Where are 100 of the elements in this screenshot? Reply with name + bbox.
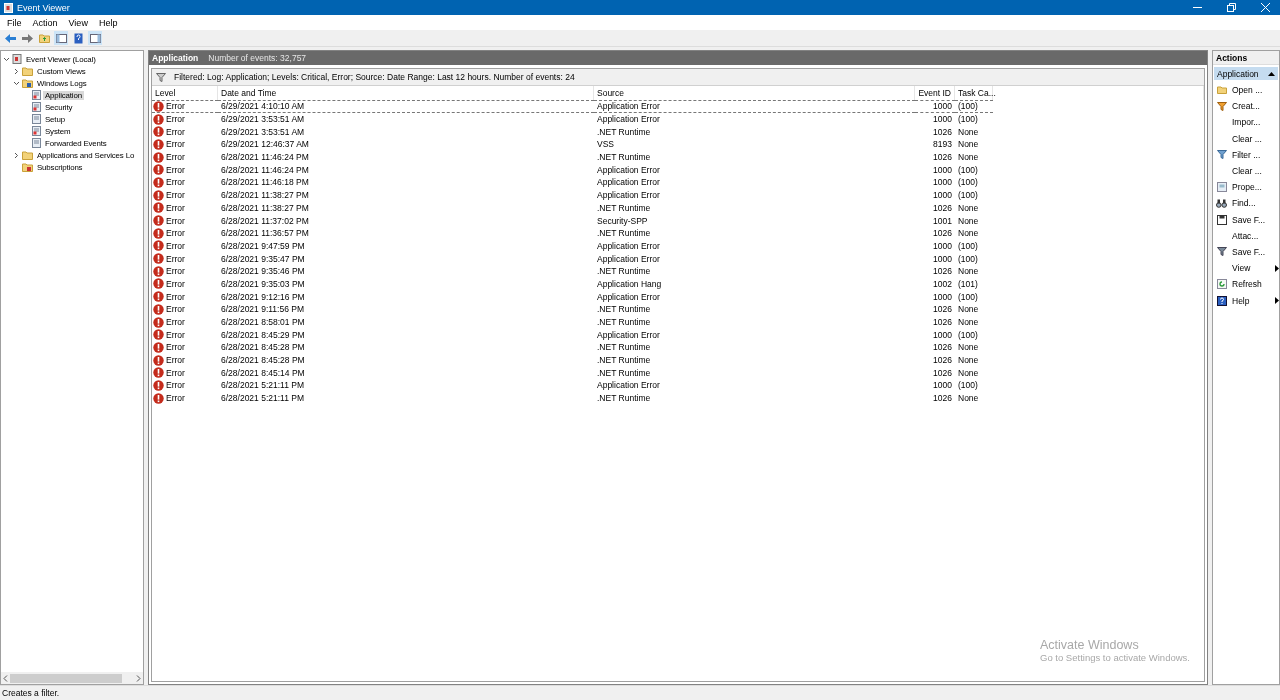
- menu-item[interactable]: View: [64, 17, 92, 28]
- table-cell-text: (100): [957, 163, 979, 177]
- table-cell-text: .NET Runtime: [596, 341, 652, 354]
- table-cell-text: 1026: [932, 316, 953, 329]
- table-cell-text: 6/28/2021 9:35:47 PM: [220, 252, 306, 265]
- column-header[interactable]: Level: [152, 86, 218, 100]
- menu-item[interactable]: Action: [28, 17, 62, 28]
- table-cell-text: 1026: [932, 366, 953, 380]
- table-cell-text: (100): [957, 113, 979, 126]
- table-cell-text: None: [957, 151, 980, 164]
- table-cell-text: None: [957, 227, 980, 240]
- pane-command[interactable]: View: [1213, 260, 1279, 277]
- console-tree-button[interactable]: [54, 31, 68, 45]
- pane-command[interactable]: Save F...: [1213, 243, 1279, 261]
- table-cell-text: 6/28/2021 11:38:27 PM: [220, 189, 310, 202]
- table-cell-text: None: [957, 138, 980, 151]
- level-text: Error: [165, 215, 185, 226]
- table-cell: (100): [955, 100, 993, 113]
- column-header[interactable]: Source: [594, 86, 915, 100]
- refresh-icon: [1216, 279, 1227, 290]
- pane-command[interactable]: Attac...: [1213, 227, 1279, 244]
- column-header[interactable]: Event ID: [915, 86, 955, 100]
- column-header[interactable]: Task Ca...: [955, 86, 993, 100]
- table-cell-text: 6/29/2021 3:53:51 AM: [220, 125, 306, 139]
- table-cell-text: Application Error: [596, 290, 661, 303]
- actions-section-header[interactable]: Application: [1214, 67, 1278, 80]
- pane-command[interactable]: Prope...: [1213, 179, 1279, 196]
- restore-icon: [1226, 3, 1236, 12]
- table-cell-text: 6/28/2021 8:45:14 PM: [220, 366, 306, 380]
- table-cell-text: 6/29/2021 3:53:51 AM: [220, 113, 306, 126]
- table-cell-text: 1026: [932, 303, 953, 316]
- up-folder-button[interactable]: [37, 31, 51, 45]
- table-cell-text: 6/28/2021 9:35:46 PM: [220, 265, 306, 278]
- pane-command[interactable]: Help: [1213, 292, 1279, 309]
- table-cell-text: 1000: [932, 379, 953, 392]
- table-cell-text: 1026: [932, 392, 953, 405]
- error-icon: [153, 227, 164, 239]
- table-cell-text: .NET Runtime: [596, 366, 652, 380]
- log-icon: [32, 90, 41, 100]
- event-count: Number of events: 32,757: [208, 53, 307, 63]
- level-text: Error: [165, 380, 185, 391]
- table-cell-text: 1000: [932, 113, 953, 126]
- table-cell-text: 1000: [932, 189, 953, 202]
- submenu-arrow-icon: [1275, 264, 1279, 272]
- back-button[interactable]: [3, 31, 17, 45]
- table-cell-text: 6/28/2021 11:46:24 PM: [220, 163, 310, 177]
- error-icon: [153, 113, 164, 125]
- folder-icon: [22, 78, 33, 88]
- table-cell-text: .NET Runtime: [596, 316, 652, 329]
- filter-icon: [1216, 247, 1227, 257]
- pane-command[interactable]: Clear ...: [1213, 130, 1279, 147]
- table-cell-text: 6/28/2021 11:46:18 PM: [220, 176, 310, 189]
- error-icon: [153, 265, 164, 277]
- table-cell-text: 6/28/2021 8:45:28 PM: [220, 354, 306, 367]
- table-cell-text: Application Error: [596, 113, 661, 126]
- error-icon: [153, 202, 164, 214]
- pane-command[interactable]: Save F...: [1213, 211, 1279, 228]
- properties-icon: [1216, 182, 1227, 193]
- table-cell-text: 1000: [932, 163, 953, 177]
- level-text: Error: [165, 266, 185, 277]
- table-cell-text: 6/28/2021 9:12:16 PM: [220, 290, 306, 303]
- table-cell-text: (101): [957, 277, 979, 291]
- table-cell-text: VSS: [596, 138, 615, 151]
- pane-command[interactable]: Filter ...: [1213, 146, 1279, 163]
- table-cell-text: 6/28/2021 5:21:11 PM: [220, 392, 306, 405]
- table-cell-text: 1000: [932, 252, 953, 265]
- table-cell-text: 1026: [932, 265, 953, 278]
- pane-command[interactable]: Clear ...: [1213, 162, 1279, 180]
- menu-item[interactable]: File: [3, 17, 26, 28]
- error-icon: [153, 291, 164, 303]
- table-cell-text: (100): [957, 176, 979, 189]
- pane-command[interactable]: Open ...: [1213, 82, 1279, 99]
- forward-button[interactable]: [20, 31, 34, 45]
- table-cell-text: .NET Runtime: [596, 265, 652, 278]
- error-icon: [153, 253, 164, 265]
- activation-message: Go to Settings to activate Windows.: [1040, 652, 1190, 663]
- table-cell-text: .NET Runtime: [596, 227, 652, 240]
- level-text: Error: [165, 355, 185, 366]
- help-icon: [1216, 295, 1227, 306]
- table-cell-text: None: [957, 125, 980, 139]
- level-text: Error: [165, 304, 185, 315]
- menu-item[interactable]: Help: [94, 17, 122, 28]
- level-text: Error: [165, 329, 185, 340]
- pane-command[interactable]: Creat...: [1213, 98, 1279, 115]
- action-pane-button[interactable]: [88, 31, 102, 45]
- error-icon: [153, 354, 164, 366]
- level-text: Error: [165, 291, 185, 302]
- pane-command[interactable]: Impor...: [1213, 114, 1279, 131]
- level-text: Error: [165, 228, 185, 239]
- table-cell-text: 6/28/2021 11:38:27 PM: [220, 201, 310, 215]
- table-cell-text: Application Error: [596, 379, 661, 392]
- error-icon: [153, 176, 164, 188]
- column-header[interactable]: Date and Time: [218, 86, 594, 100]
- error-icon: [153, 164, 164, 176]
- error-icon: [153, 240, 164, 252]
- pane-command[interactable]: Refresh: [1213, 276, 1279, 293]
- error-icon: [153, 367, 164, 379]
- pane-command[interactable]: Find...: [1213, 195, 1279, 212]
- table-cell-text: (100): [957, 189, 979, 202]
- table-cell-text: 1000: [932, 239, 953, 253]
